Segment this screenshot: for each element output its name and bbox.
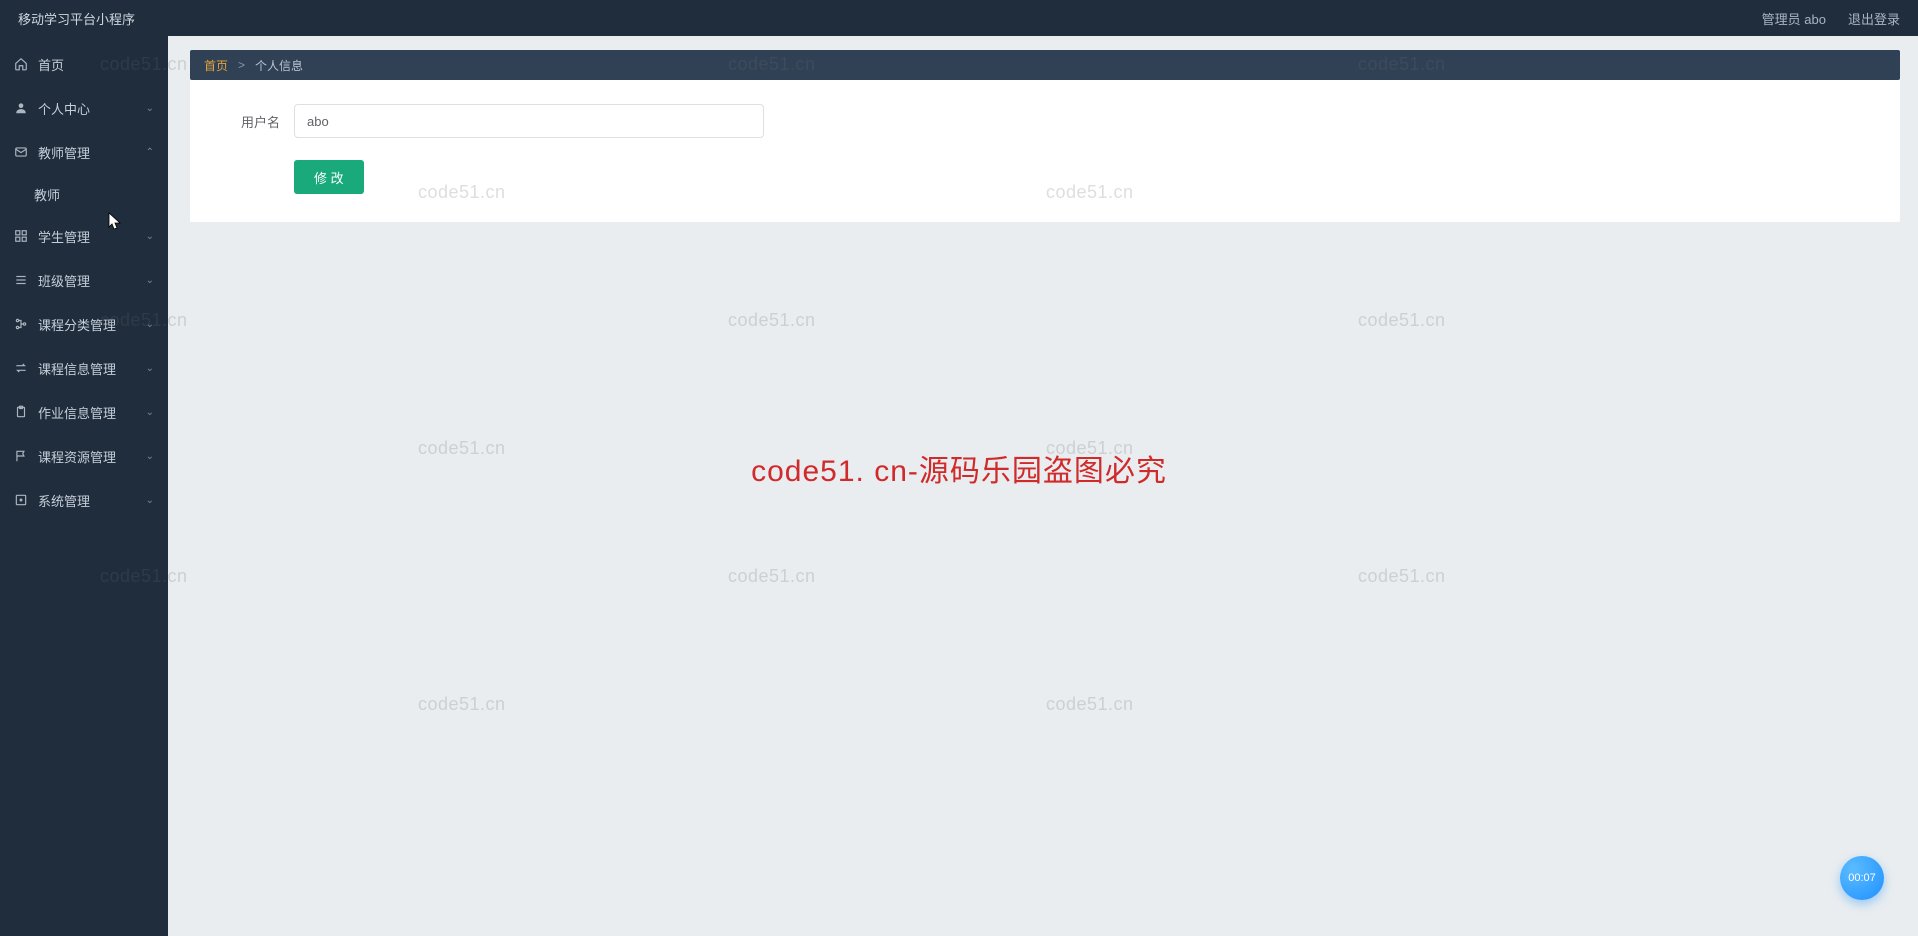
square-dot-icon — [14, 493, 28, 507]
chevron-down-icon: ⌄ — [146, 495, 154, 506]
chevron-down-icon: ⌄ — [146, 451, 154, 462]
chevron-down-icon: ⌄ — [146, 231, 154, 242]
sidebar-item-label: 学生管理 — [38, 227, 90, 246]
mail-icon — [14, 145, 28, 159]
breadcrumb-current: 个人信息 — [255, 57, 303, 74]
chevron-down-icon: ⌄ — [146, 319, 154, 330]
admin-label[interactable]: 管理员 abo — [1762, 9, 1826, 28]
sidebar-item-label: 班级管理 — [38, 271, 90, 290]
submit-button[interactable]: 修 改 — [294, 160, 364, 194]
timer-badge[interactable]: 00:07 — [1840, 856, 1884, 900]
breadcrumb-sep: > — [238, 58, 245, 72]
sidebar-item-label: 教师管理 — [38, 143, 90, 162]
sidebar-item-class-mgmt[interactable]: 班级管理 ⌄ — [0, 258, 168, 302]
username-input[interactable] — [294, 104, 764, 138]
sidebar-item-label: 个人中心 — [38, 99, 90, 118]
sidebar-item-label: 系统管理 — [38, 491, 90, 510]
sidebar-subitem-teacher[interactable]: 教师 — [0, 174, 168, 214]
sidebar: 首页 个人中心 ⌄ 教师管理 ⌃ 教师 学生管理 ⌄ 班级管理 ⌄ 课程分类管理… — [0, 36, 168, 936]
sidebar-item-label: 作业信息管理 — [38, 403, 116, 422]
sidebar-item-label: 课程资源管理 — [38, 447, 116, 466]
list-icon — [14, 273, 28, 287]
sidebar-item-course-resource[interactable]: 课程资源管理 ⌄ — [0, 434, 168, 478]
top-bar: 移动学习平台小程序 管理员 abo 退出登录 — [0, 0, 1918, 36]
sidebar-item-profile[interactable]: 个人中心 ⌄ — [0, 86, 168, 130]
content-area: 首页 > 个人信息 用户名 修 改 — [168, 36, 1918, 936]
chevron-down-icon: ⌄ — [146, 407, 154, 418]
swap-icon — [14, 361, 28, 375]
user-icon — [14, 101, 28, 115]
chevron-down-icon: ⌄ — [146, 275, 154, 286]
sidebar-subitem-label: 教师 — [34, 185, 60, 204]
timer-value: 00:07 — [1848, 872, 1876, 884]
grid-icon — [14, 229, 28, 243]
form-panel: 用户名 修 改 — [190, 80, 1900, 222]
breadcrumb: 首页 > 个人信息 — [190, 50, 1900, 80]
sidebar-item-student-mgmt[interactable]: 学生管理 ⌄ — [0, 214, 168, 258]
sidebar-item-label: 首页 — [38, 55, 64, 74]
app-title: 移动学习平台小程序 — [18, 9, 135, 28]
sidebar-item-home[interactable]: 首页 — [0, 42, 168, 86]
tree-icon — [14, 317, 28, 331]
sidebar-item-label: 课程信息管理 — [38, 359, 116, 378]
username-label: 用户名 — [224, 112, 280, 131]
logout-link[interactable]: 退出登录 — [1848, 9, 1900, 28]
chevron-down-icon: ⌄ — [146, 363, 154, 374]
sidebar-item-course-info[interactable]: 课程信息管理 ⌄ — [0, 346, 168, 390]
sidebar-item-course-category[interactable]: 课程分类管理 ⌄ — [0, 302, 168, 346]
chevron-up-icon: ⌃ — [146, 147, 154, 158]
breadcrumb-home[interactable]: 首页 — [204, 57, 228, 74]
sidebar-item-system[interactable]: 系统管理 ⌄ — [0, 478, 168, 522]
sidebar-item-label: 课程分类管理 — [38, 315, 116, 334]
flag-icon — [14, 449, 28, 463]
clipboard-icon — [14, 405, 28, 419]
chevron-down-icon: ⌄ — [146, 103, 154, 114]
sidebar-item-teacher-mgmt[interactable]: 教师管理 ⌃ — [0, 130, 168, 174]
home-icon — [14, 57, 28, 71]
sidebar-item-homework[interactable]: 作业信息管理 ⌄ — [0, 390, 168, 434]
